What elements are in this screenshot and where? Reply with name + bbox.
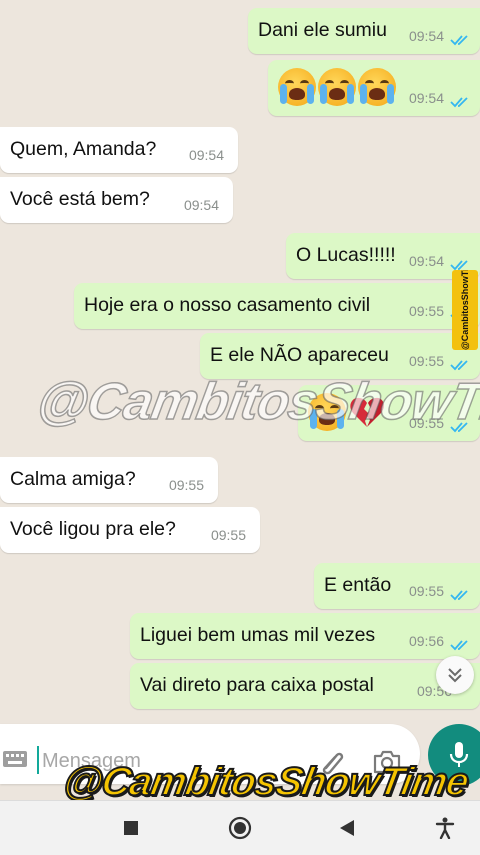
keyboard-icon[interactable]	[2, 750, 28, 768]
home-button[interactable]	[227, 815, 253, 841]
loudly-crying-face-icon	[358, 68, 396, 106]
message-text: Você ligou pra ele?	[10, 518, 176, 540]
message-time: 09:54	[408, 28, 444, 44]
home-circle-icon	[228, 816, 252, 840]
message-text: E ele NÃO apareceu	[210, 344, 389, 366]
square-icon	[124, 821, 138, 835]
triangle-back-icon	[340, 820, 354, 836]
message-text: Hoje era o nosso casamento civil	[84, 294, 371, 316]
message-text: E então	[324, 574, 392, 596]
message-time: 09:55	[408, 353, 444, 369]
back-button[interactable]	[334, 815, 360, 841]
text-cursor	[37, 746, 39, 774]
double-check-icon	[450, 640, 468, 651]
message-time: 09:55	[210, 527, 246, 543]
message-bubble-outgoing[interactable]: Vai direto para caixa postal 09:56	[130, 663, 480, 709]
message-bubble-outgoing[interactable]: O Lucas!!!!! 09:54	[286, 233, 480, 279]
message-time: 09:55	[168, 477, 204, 493]
message-bubble-incoming[interactable]: Você está bem? 09:54	[0, 177, 233, 223]
message-time: 09:55	[408, 583, 444, 599]
channel-banner: @CambitosShowTime	[59, 759, 472, 805]
double-check-icon	[450, 97, 468, 108]
double-check-icon	[450, 35, 468, 46]
chevron-double-down-icon	[448, 668, 462, 683]
loudly-crying-face-icon	[278, 68, 316, 106]
message-bubble-outgoing[interactable]: Hoje era o nosso casamento civil 09:55	[74, 283, 480, 329]
watermark-text: @CambitosShowTime	[32, 372, 480, 432]
message-bubble-incoming[interactable]: Você ligou pra ele? 09:55	[0, 507, 260, 553]
message-text: Quem, Amanda?	[10, 138, 157, 160]
message-bubble-outgoing[interactable]: Liguei bem umas mil vezes 09:56	[130, 613, 480, 659]
accessibility-button[interactable]	[432, 815, 458, 841]
chat-area: Dani ele sumiu 09:54 09:54 Quem, Amanda?…	[0, 0, 480, 720]
message-time: 09:54	[183, 197, 219, 213]
double-check-icon	[450, 360, 468, 371]
message-text: O Lucas!!!!!	[296, 244, 396, 266]
message-bubble-outgoing[interactable]: E então 09:55	[314, 563, 480, 609]
message-time: 09:54	[408, 253, 444, 269]
message-bubble-outgoing[interactable]: Dani ele sumiu 09:54	[248, 8, 480, 54]
message-time: 09:54	[188, 147, 224, 163]
message-bubble-outgoing[interactable]: 09:54	[268, 60, 480, 116]
message-text: Vai direto para caixa postal	[140, 674, 374, 696]
message-text: Dani ele sumiu	[258, 19, 387, 41]
scroll-to-bottom-button[interactable]	[436, 656, 474, 694]
message-text: Liguei bem umas mil vezes	[140, 624, 376, 646]
message-bubble-incoming[interactable]: Quem, Amanda? 09:54	[0, 127, 238, 173]
side-watermark: @CambitosShowTime	[452, 270, 478, 350]
recents-button[interactable]	[118, 815, 144, 841]
double-check-icon	[450, 590, 468, 601]
message-time: 09:54	[408, 90, 444, 106]
message-time: 09:55	[408, 303, 444, 319]
message-bubble-incoming[interactable]: Calma amiga? 09:55	[0, 457, 218, 503]
accessibility-icon	[435, 817, 455, 839]
loudly-crying-face-icon	[318, 68, 356, 106]
message-text: Calma amiga?	[10, 468, 136, 490]
message-time: 09:56	[408, 633, 444, 649]
message-text: Você está bem?	[10, 188, 150, 210]
system-navigation-bar	[0, 800, 480, 855]
